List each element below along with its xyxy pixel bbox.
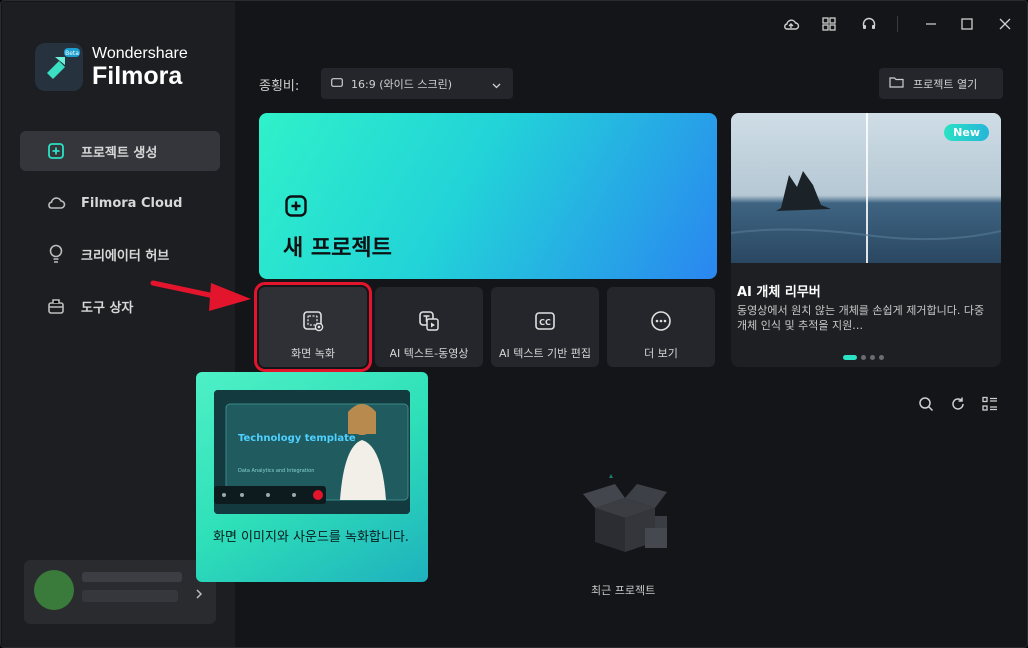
list-view-icon[interactable] (981, 395, 999, 413)
more-tools-button[interactable]: 더 보기 (607, 287, 715, 367)
maximize-icon[interactable] (957, 14, 977, 34)
user-profile-card[interactable] (24, 560, 216, 624)
ai-text-to-video-button[interactable]: AI 텍스트-동영상 (375, 287, 483, 367)
recent-projects-label: 최근 프로젝트 (591, 584, 656, 597)
carousel-dot[interactable] (843, 355, 857, 360)
annotation-arrow (149, 269, 257, 319)
brand-top-text: Wondershare (92, 45, 188, 62)
aspect-ratio-label: 종횡비: (259, 79, 300, 94)
lightbulb-icon (46, 244, 66, 264)
ai-text-based-edit-button[interactable]: CC AI 텍스트 기반 편집 (491, 287, 599, 367)
cc-icon: CC (533, 309, 557, 333)
plus-square-icon (285, 195, 307, 221)
banner-image: New (731, 113, 1001, 263)
carousel-dot[interactable] (879, 355, 884, 360)
cloud-upload-icon[interactable] (781, 14, 801, 34)
titlebar-divider (897, 16, 898, 32)
screen-record-icon (301, 309, 325, 333)
minimize-icon[interactable] (921, 14, 941, 34)
text-to-video-icon (417, 309, 441, 333)
tooltip-description: 화면 이미지와 사운드를 녹화합니다. (213, 530, 409, 545)
banner-description: 동영상에서 원치 않는 개체를 손쉽게 제거합니다. 다중 개체 인식 및 추적… (737, 304, 985, 332)
tooltip-preview-image: Technology template Data Analytics and I… (214, 390, 410, 514)
screen-record-tooltip: Technology template Data Analytics and I… (196, 372, 428, 582)
open-project-button[interactable]: 프로젝트 열기 (879, 68, 1003, 99)
new-badge: New (944, 124, 989, 141)
feature-banner[interactable]: New AI 개체 리무버 동영상에서 원치 않는 개체를 손쉽게 제거합니다.… (731, 113, 1001, 367)
tool-label: 화면 녹화 (291, 347, 335, 360)
aspect-ratio-value: 16:9 (와이드 스크린) (351, 77, 452, 91)
sidebar-item-label: 도구 상자 (81, 300, 134, 316)
aspect-ratio-select[interactable]: 16:9 (와이드 스크린) (321, 68, 513, 99)
svg-text:CC: CC (539, 318, 551, 327)
sidebar-item-create-project[interactable]: 프로젝트 생성 (20, 131, 220, 171)
tool-label: AI 텍스트 기반 편집 (498, 347, 592, 360)
svg-text:Data Analytics and Integration: Data Analytics and Integration (238, 468, 314, 474)
widescreen-icon (331, 77, 343, 90)
open-project-label: 프로젝트 열기 (913, 77, 978, 91)
cloud-icon (46, 193, 66, 213)
carousel-dot[interactable] (870, 355, 875, 360)
sidebar-item-label: 크리에이터 허브 (81, 248, 170, 264)
plus-square-icon (46, 141, 66, 161)
filmora-logo-icon: Beta (35, 43, 83, 91)
chevron-down-icon (492, 79, 501, 92)
profile-placeholder (82, 590, 178, 602)
folder-icon (889, 76, 904, 91)
search-icon[interactable] (917, 395, 935, 413)
headset-icon[interactable] (859, 14, 879, 34)
brand-name-text: Filmora (92, 62, 183, 90)
filmora-window: Beta Wondershare Filmora 프로젝트 생성 Filmora… (0, 0, 1028, 648)
sidebar-item-label: Filmora Cloud (81, 195, 183, 211)
sidebar-item-filmora-cloud[interactable]: Filmora Cloud (20, 183, 220, 223)
carousel-dots[interactable] (843, 355, 884, 360)
tool-label: 더 보기 (644, 347, 678, 360)
sidebar-item-creator-hub[interactable]: 크리에이터 허브 (20, 234, 220, 274)
screen-record-button[interactable]: 화면 녹화 (254, 282, 372, 372)
svg-text:Technology template: Technology template (238, 433, 356, 444)
profile-placeholder (82, 572, 182, 582)
sidebar-item-label: 프로젝트 생성 (81, 145, 158, 161)
close-icon[interactable] (995, 14, 1015, 34)
new-project-title: 새 프로젝트 (283, 236, 392, 261)
toolbox-icon (46, 296, 66, 316)
banner-title: AI 개체 리무버 (737, 285, 821, 300)
carousel-dot[interactable] (861, 355, 866, 360)
avatar (34, 570, 74, 610)
empty-box-icon (581, 472, 679, 562)
filmora-logo: Beta Wondershare Filmora (35, 43, 188, 91)
tool-label: AI 텍스트-동영상 (389, 347, 469, 360)
refresh-icon[interactable] (949, 395, 967, 413)
chevron-right-icon (195, 585, 203, 604)
svg-text:Beta: Beta (65, 50, 79, 57)
grid-icon[interactable] (819, 14, 839, 34)
more-icon (649, 309, 673, 333)
new-project-card[interactable]: 새 프로젝트 (259, 113, 717, 279)
